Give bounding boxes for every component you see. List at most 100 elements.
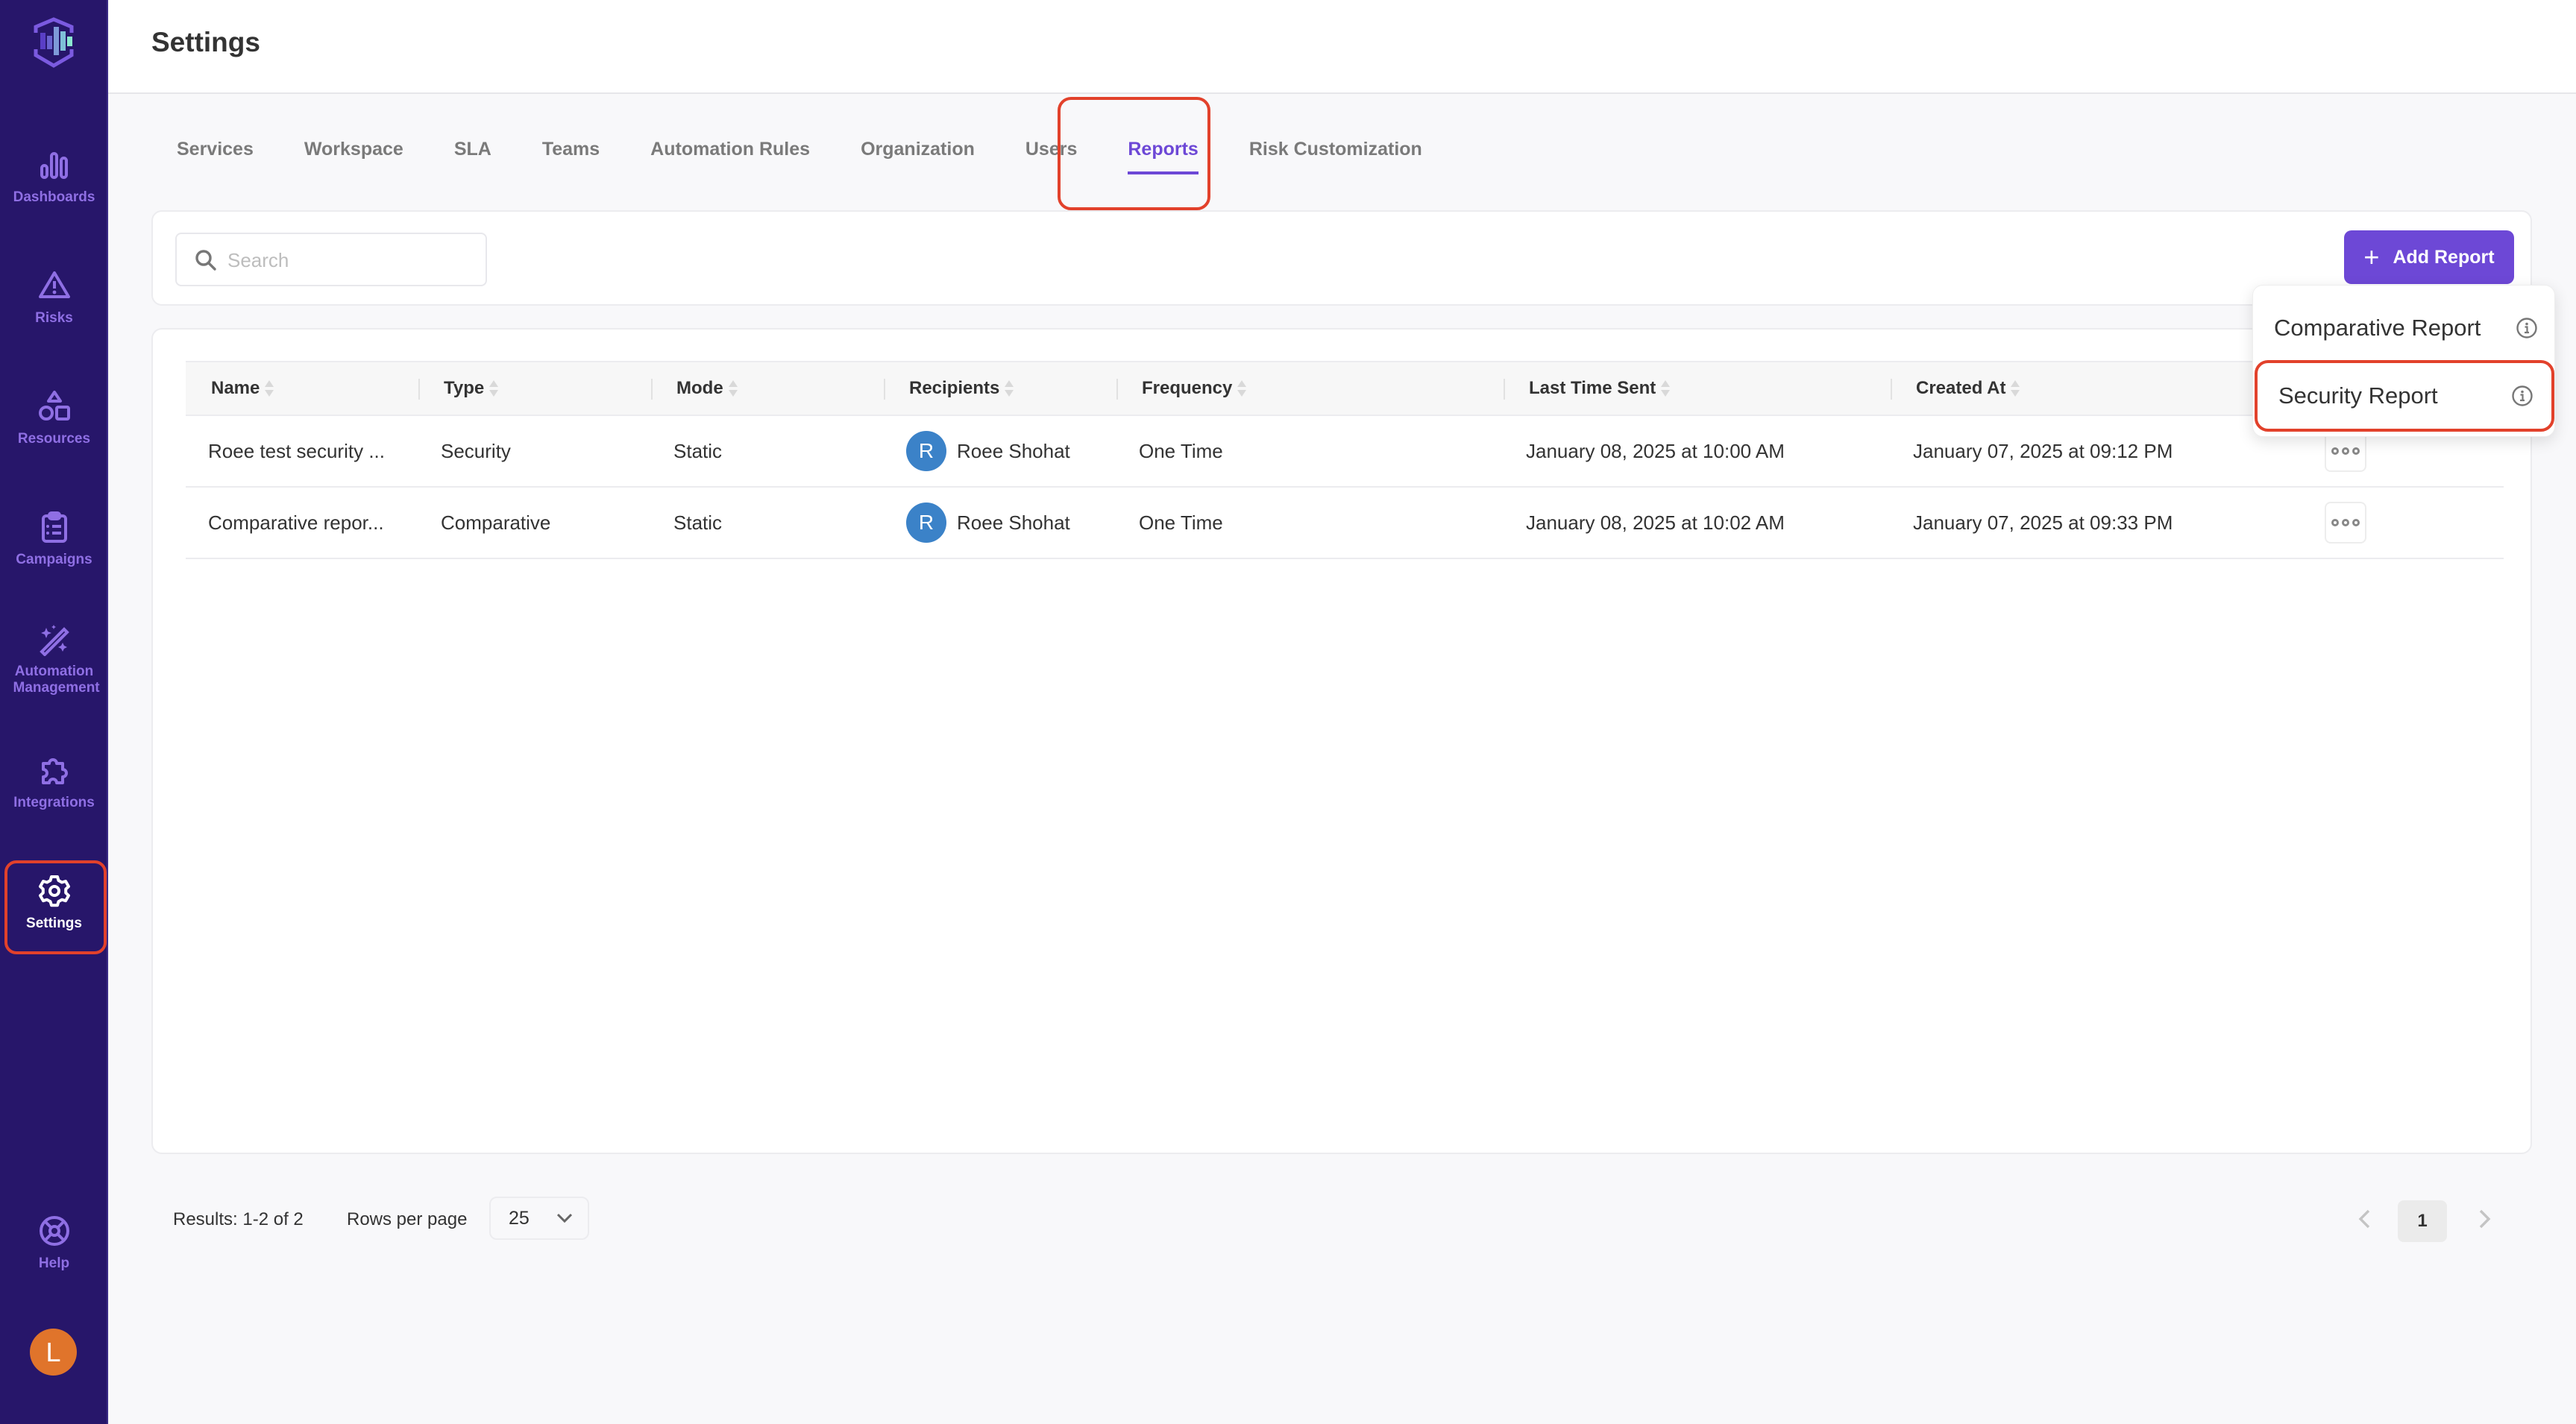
more-dots-icon <box>2352 519 2360 526</box>
tab-automation-rules[interactable]: Automation Rules <box>625 119 835 179</box>
sidebar-item-automation-management[interactable]: Automation Management <box>0 622 108 696</box>
warning-triangle-icon <box>38 271 70 298</box>
info-icon[interactable] <box>2511 385 2533 407</box>
search-box <box>175 233 487 286</box>
info-icon[interactable] <box>2516 317 2538 339</box>
cell-frequency: One Time <box>1116 487 1504 559</box>
sort-icon[interactable] <box>2010 378 2020 399</box>
column-header-recipients[interactable]: Recipients <box>884 361 1116 416</box>
recipient-name: Roee Shohat <box>957 511 1070 534</box>
cell-recipients: R Roee Shohat <box>884 415 1116 488</box>
tab-teams[interactable]: Teams <box>517 119 625 179</box>
bar-chart-icon <box>40 152 68 179</box>
menu-item-security-report[interactable]: Security Report <box>2255 360 2554 432</box>
cell-last-time-sent: January 08, 2025 at 10:02 AM <box>1504 487 1891 559</box>
column-header-type[interactable]: Type <box>418 361 651 416</box>
sort-icon[interactable] <box>1237 378 1247 399</box>
settings-tabs: Services Workspace SLA Teams Automation … <box>151 119 1448 201</box>
recipient-avatar: R <box>906 503 946 543</box>
sidebar-item-label: Dashboards <box>13 189 95 205</box>
tab-workspace[interactable]: Workspace <box>279 119 429 179</box>
results-count: Results: 1-2 of 2 <box>173 1209 304 1229</box>
sidebar-item-label: Help <box>38 1256 70 1271</box>
menu-item-comparative-report[interactable]: Comparative Report <box>2253 296 2556 360</box>
lifebuoy-icon <box>39 1216 69 1246</box>
sidebar-item-label: Automation Management <box>13 664 100 696</box>
sidebar-item-help[interactable]: Help <box>0 1214 108 1272</box>
sort-icon[interactable] <box>489 378 499 399</box>
tab-reports[interactable]: Reports <box>1102 119 1223 179</box>
cell-created-at: January 07, 2025 at 09:12 PM <box>1891 415 2302 488</box>
recipient-avatar: R <box>906 431 946 471</box>
tab-risk-customization[interactable]: Risk Customization <box>1224 119 1448 179</box>
sort-icon[interactable] <box>728 378 738 399</box>
user-avatar[interactable]: L <box>30 1329 77 1376</box>
more-dots-icon <box>2342 519 2349 526</box>
cell-mode: Static <box>651 487 884 559</box>
plus-icon: + <box>2363 242 2380 272</box>
sidebar-item-campaigns[interactable]: Campaigns <box>0 510 108 568</box>
table-row[interactable]: Roee test security ... Security Static R… <box>186 415 2504 488</box>
cell-actions <box>2302 487 2504 559</box>
more-dots-icon <box>2342 447 2349 455</box>
sidebar-item-resources[interactable]: Resources <box>0 389 108 447</box>
more-dots-icon <box>2331 519 2339 526</box>
column-header-frequency[interactable]: Frequency <box>1116 361 1504 416</box>
menu-item-label: Security Report <box>2278 382 2438 409</box>
search-input[interactable] <box>227 243 474 277</box>
more-dots-icon <box>2352 447 2360 455</box>
sort-icon[interactable] <box>1660 378 1671 399</box>
menu-item-label: Comparative Report <box>2274 315 2481 341</box>
table-row[interactable]: Comparative repor... Comparative Static … <box>186 487 2504 559</box>
column-header-label: Last Time Sent <box>1529 377 1656 398</box>
add-report-button[interactable]: + Add Report <box>2344 230 2514 284</box>
highlight-outline <box>4 860 107 954</box>
recipient-name: Roee Shohat <box>957 439 1070 462</box>
column-header-label: Created At <box>1916 377 2006 398</box>
reports-table-card: Name Type Mode Recipients Frequency Last… <box>151 328 2532 1154</box>
cell-type: Security <box>418 415 651 488</box>
sidebar-item-label: Integrations <box>13 795 95 810</box>
column-header-created-at[interactable]: Created At <box>1891 361 2302 416</box>
page-title: Settings <box>151 27 260 57</box>
sidebar-item-label: Campaigns <box>16 552 92 567</box>
tab-users[interactable]: Users <box>1000 119 1103 179</box>
reports-table: Name Type Mode Recipients Frequency Last… <box>186 361 2504 559</box>
rows-per-page-select[interactable]: 25 <box>489 1197 589 1240</box>
column-header-last-time-sent[interactable]: Last Time Sent <box>1504 361 1891 416</box>
cell-created-at: January 07, 2025 at 09:33 PM <box>1891 487 2302 559</box>
tab-organization[interactable]: Organization <box>835 119 1000 179</box>
shapes-icon <box>38 391 70 420</box>
cell-name[interactable]: Comparative repor... <box>186 487 418 559</box>
cell-type: Comparative <box>418 487 651 559</box>
next-page-button[interactable] <box>2473 1206 2495 1232</box>
toolbar-card: + Add Report <box>151 210 2532 306</box>
column-header-mode[interactable]: Mode <box>651 361 884 416</box>
table-header-row: Name Type Mode Recipients Frequency Last… <box>186 361 2504 416</box>
tab-sla[interactable]: SLA <box>429 119 517 179</box>
column-header-label: Frequency <box>1142 377 1233 398</box>
sidebar-item-risks[interactable]: Risks <box>0 268 108 327</box>
sidebar-item-integrations[interactable]: Integrations <box>0 753 108 811</box>
page-number-button[interactable]: 1 <box>2398 1200 2447 1242</box>
search-icon <box>195 250 216 271</box>
sort-icon[interactable] <box>1004 378 1014 399</box>
previous-page-button[interactable] <box>2354 1206 2376 1232</box>
sidebar-item-dashboards[interactable]: Dashboards <box>0 148 108 206</box>
chevron-down-icon <box>556 1213 573 1223</box>
page-header: Settings <box>108 0 2576 94</box>
column-header-label: Type <box>444 377 485 398</box>
rows-per-page-value: 25 <box>509 1207 530 1229</box>
cell-last-time-sent: January 08, 2025 at 10:00 AM <box>1504 415 1891 488</box>
row-more-options-button[interactable] <box>2325 502 2366 544</box>
clipboard-list-icon <box>41 511 67 543</box>
column-header-name[interactable]: Name <box>186 361 418 416</box>
app-logo-icon[interactable] <box>28 16 79 69</box>
column-header-label: Mode <box>676 377 723 398</box>
magic-wand-icon <box>39 625 69 656</box>
cell-name[interactable]: Roee test security ... <box>186 415 418 488</box>
column-header-label: Name <box>211 377 260 398</box>
tab-services[interactable]: Services <box>151 119 279 179</box>
sort-icon[interactable] <box>264 378 274 399</box>
sidebar-item-settings[interactable]: Settings <box>0 860 108 954</box>
